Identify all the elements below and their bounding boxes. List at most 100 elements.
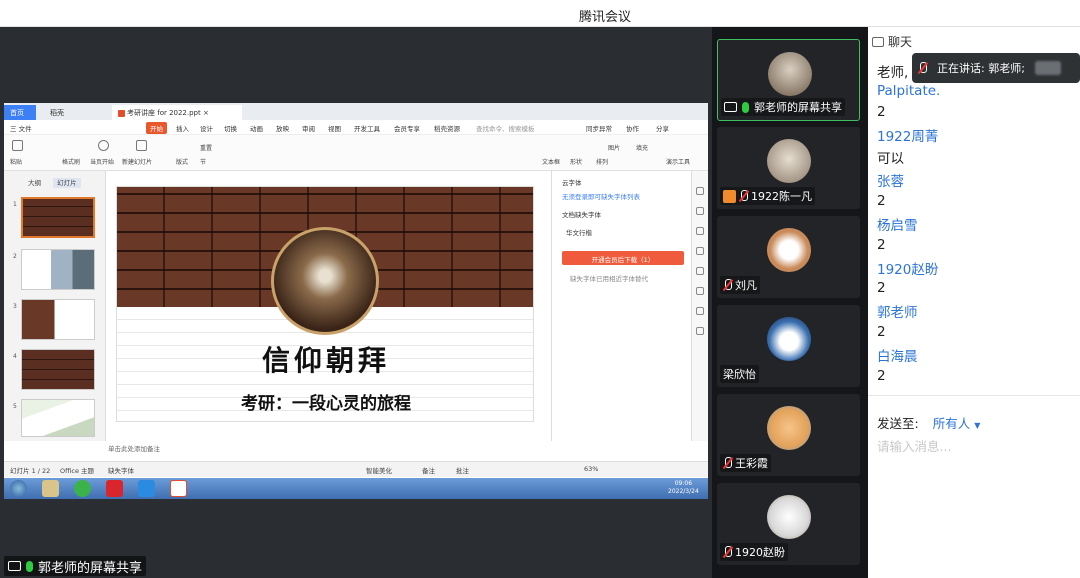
menu-collaborate[interactable]: 协作 (626, 123, 639, 133)
comment-toggle[interactable]: 批注 (456, 465, 469, 475)
title-bar: 腾讯会议 (0, 0, 1080, 27)
new-slide-button[interactable]: 新建幻灯片 (122, 157, 152, 166)
tab-document[interactable]: 考研讲座 for 2022.ppt × (112, 105, 242, 120)
chat-input[interactable]: 请输入消息... (877, 436, 951, 455)
smart-beautify-button[interactable]: 智能美化 (366, 465, 392, 475)
menu-devtools[interactable]: 开发工具 (354, 123, 380, 133)
slide-thumbnail[interactable] (21, 197, 95, 238)
chat-bubble-icon (872, 36, 884, 47)
menu-insert[interactable]: 插入 (176, 123, 189, 133)
arrange-button[interactable]: 排列 (596, 157, 608, 166)
send-to-selector[interactable]: 所有人 ▼ (933, 416, 981, 431)
chat-sender: 张蓉 (877, 174, 904, 190)
participant-tile[interactable]: 1922陈一凡 (717, 127, 860, 209)
play-icon (98, 140, 109, 151)
participant-tile[interactable]: 梁欣怡 (717, 305, 860, 387)
new-slide-icon (136, 140, 147, 151)
thumb-number: 2 (13, 253, 17, 260)
slide-thumbnail[interactable] (21, 299, 95, 340)
thumb-number: 4 (13, 353, 17, 360)
meeting-app-icon[interactable] (138, 480, 155, 497)
slide-count: 幻灯片 1 / 22 (10, 467, 51, 475)
screen-share-owner: 郭老师的屏幕共享 (38, 560, 143, 576)
mic-on-icon (742, 101, 749, 113)
menu-slideshow[interactable]: 放映 (276, 123, 289, 133)
slide-thumbnail-panel: 大纲 幻灯片 1 2 3 4 5 (4, 171, 106, 441)
fill-button[interactable]: 填充 (636, 143, 648, 152)
textbox-button[interactable]: 文本框 (542, 157, 560, 166)
participant-tile[interactable]: 1920赵盼 (717, 483, 860, 565)
tool-icon[interactable] (696, 267, 704, 275)
menu-animation[interactable]: 动画 (250, 123, 263, 133)
presentation-tools-button[interactable]: 演示工具 (666, 157, 690, 166)
layout-button[interactable]: 版式 (176, 157, 188, 166)
participant-label: 1920赵盼 (720, 543, 788, 561)
participant-name: 1920赵盼 (735, 546, 785, 559)
participant-tile[interactable]: 郭老师的屏幕共享 (717, 39, 860, 121)
chat-sender: Palpitate. (877, 83, 941, 99)
notes-area[interactable]: 单击此处添加备注 (108, 443, 548, 457)
participant-label: 王彩霞 (720, 454, 771, 472)
slide-thumbnail[interactable] (21, 249, 95, 290)
youdao-icon[interactable] (106, 480, 123, 497)
tab-docer[interactable]: 稻壳 (44, 105, 108, 120)
shape-button[interactable]: 形状 (570, 157, 582, 166)
menu-docer-resources[interactable]: 稻壳资源 (434, 123, 460, 133)
format-painter-button[interactable]: 格式刷 (62, 157, 80, 166)
menu-share[interactable]: 分享 (656, 123, 669, 133)
text-tool-icon[interactable] (696, 327, 704, 335)
host-icon (723, 189, 736, 203)
cloud-font-panel: 云字体 无须登录即可缺失字体列表 文档缺失字体 华文行楷 开通会员后下载（1） … (551, 171, 691, 441)
panel-hint-link[interactable]: 无须登录即可缺失字体列表 (562, 191, 640, 201)
tool-icon[interactable] (696, 227, 704, 235)
chat-message: 2 (877, 193, 886, 209)
tab-slides[interactable]: 幻灯片 (53, 178, 81, 188)
picture-button[interactable]: 图片 (608, 143, 620, 152)
download-font-button[interactable]: 开通会员后下载（1） (562, 251, 684, 265)
menu-file[interactable]: 三 文件 (10, 123, 32, 133)
tool-icon[interactable] (696, 247, 704, 255)
wps-icon[interactable] (170, 480, 187, 497)
thumb-number: 5 (13, 403, 17, 410)
chat-message: 2 (877, 237, 886, 253)
zoom-level[interactable]: 63% (584, 465, 598, 473)
menu-view[interactable]: 视图 (328, 123, 341, 133)
menu-member[interactable]: 会员专享 (394, 123, 420, 133)
tool-icon[interactable] (696, 287, 704, 295)
section-button[interactable]: 节 (200, 157, 206, 166)
paste-button[interactable]: 粘贴 (10, 157, 22, 166)
start-button-icon[interactable] (10, 480, 27, 497)
shared-screen[interactable]: 首页 稻壳 考研讲座 for 2022.ppt × 三 文件 开始 插入 设计 … (4, 103, 708, 499)
menu-start[interactable]: 开始 (146, 122, 167, 134)
tool-icon[interactable] (696, 207, 704, 215)
slide-canvas[interactable]: 信仰朝拜 考研：一段心灵的旅程 (116, 186, 534, 422)
participant-tile[interactable]: 王彩霞 (717, 394, 860, 476)
start-from-current-button[interactable]: 当页开始 (90, 157, 114, 166)
browser-icon[interactable] (74, 480, 91, 497)
menu-transition[interactable]: 切换 (224, 123, 237, 133)
screen-share-icon (724, 102, 737, 112)
speaking-text: 正在讲话: 郭老师; (937, 62, 1025, 75)
command-search[interactable]: 查找命令、搜索模板 (476, 123, 535, 133)
tool-icon[interactable] (696, 187, 704, 195)
slide-thumbnail[interactable] (21, 349, 95, 390)
reset-button[interactable]: 重置 (200, 143, 212, 152)
tab-outline[interactable]: 大纲 (28, 179, 41, 187)
menu-design[interactable]: 设计 (200, 123, 213, 133)
explorer-icon[interactable] (42, 480, 59, 497)
notes-placeholder: 单击此处添加备注 (108, 445, 160, 453)
chat-message: 2 (877, 280, 886, 296)
tab-home[interactable]: 首页 (4, 105, 36, 120)
chat-input-placeholder: 请输入消息... (877, 439, 952, 454)
slide-thumbnail[interactable] (21, 399, 95, 437)
system-clock: 09:06 2022/3/24 (668, 480, 699, 496)
missing-font-status[interactable]: 缺失字体 (108, 465, 134, 475)
menu-review[interactable]: 审阅 (302, 123, 315, 133)
sync-status[interactable]: 同步异常 (586, 123, 612, 133)
participant-tile[interactable]: 刘凡 (717, 216, 860, 298)
avatar (767, 139, 811, 183)
notes-toggle[interactable]: 备注 (422, 465, 435, 475)
tool-icon[interactable] (696, 307, 704, 315)
status-bar: 幻灯片 1 / 22 Office 主题 缺失字体 智能美化 备注 批注 63% (4, 461, 708, 477)
chat-sender: 1922周菁 (877, 129, 939, 145)
